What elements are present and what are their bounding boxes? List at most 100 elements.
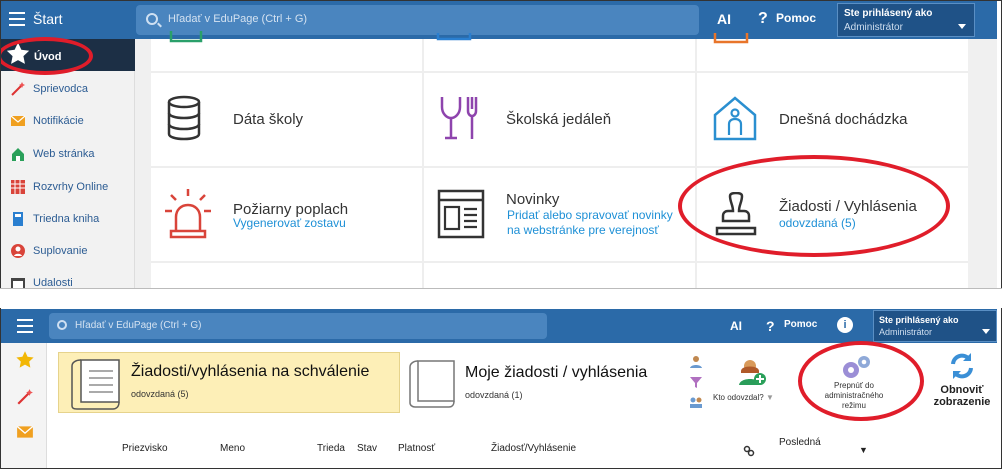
account-role: Administrátor — [844, 22, 903, 33]
column-header-ziadost[interactable]: Žiadosť/Vyhlásenie — [491, 443, 576, 454]
envelope-icon[interactable] — [15, 423, 35, 441]
home-icon — [12, 148, 24, 161]
tile-divider — [151, 71, 968, 73]
search-placeholder: Hľadať v EduPage (Ctrl + G) — [75, 320, 202, 331]
tile-subtitle-link[interactable]: Vygenerovať zostavu — [233, 216, 346, 231]
sidebar-item-label: Notifikácie — [33, 115, 84, 127]
fork-glass-icon — [440, 97, 478, 140]
account-dropdown[interactable]: Ste prihlásený ako Administrátor — [837, 3, 975, 37]
column-header-stav[interactable]: Stav — [357, 443, 377, 454]
card-subtitle: odovzdaná (5) — [131, 389, 189, 399]
search-input[interactable]: Hľadať v EduPage (Ctrl + G) — [49, 313, 547, 339]
funnel-icon[interactable] — [689, 375, 703, 389]
alarm-icon — [165, 189, 211, 239]
sidebar-item-label: Sprievodca — [33, 83, 89, 95]
menu-icon[interactable] — [9, 12, 25, 26]
search-input[interactable]: Hľadať v EduPage (Ctrl + G) — [136, 5, 699, 35]
column-header-priezvisko[interactable]: Priezvisko — [122, 443, 168, 454]
chevron-down-icon: ▼ — [765, 393, 774, 402]
sidebar-item-web-stranka[interactable]: Web stránka — [1, 138, 135, 170]
kto-label-text: Kto odovzdal? — [713, 393, 764, 402]
menu-icon[interactable] — [17, 319, 33, 333]
sidebar-item-rozvrhy[interactable]: Rozvrhy Online — [1, 171, 135, 203]
search-icon — [57, 320, 67, 330]
partial-tile-icon — [436, 33, 472, 41]
card-title: Žiadosti/vyhlásenia na schválenie — [131, 363, 370, 380]
info-icon[interactable]: i — [837, 317, 853, 333]
requests-screenshot: Hľadať v EduPage (Ctrl + G) AI ? Pomoc i… — [1, 309, 997, 468]
help-button[interactable]: Pomoc — [784, 319, 817, 330]
refresh-icon — [951, 353, 973, 379]
dashboard-screenshot: Štart Hľadať v EduPage (Ctrl + G) AI ? P… — [1, 1, 997, 288]
sidebar-item-label: Triedna kniha — [33, 213, 100, 225]
chevron-down-icon — [982, 329, 990, 334]
help-icon[interactable]: ? — [766, 318, 775, 334]
annotation-circle — [678, 155, 950, 257]
tile-title: Novinky — [506, 191, 560, 208]
annotation-circle — [798, 341, 924, 421]
column-header-posledna[interactable]: Posledná — [779, 437, 821, 448]
account-dropdown[interactable]: Ste prihlásený ako Administrátor — [873, 310, 997, 342]
sidebar-item-label: Suplovanie — [33, 245, 88, 257]
card-title: Moje žiadosti / vyhlásenia — [465, 364, 648, 381]
card-subtitle: odovzdaná (1) — [465, 390, 523, 400]
star-icon[interactable] — [15, 350, 35, 370]
person-icon — [11, 244, 25, 258]
help-button[interactable]: Pomoc — [776, 11, 816, 25]
top-navbar: Štart Hľadať v EduPage (Ctrl + G) AI ? P… — [1, 1, 997, 39]
calendar-grid-icon — [11, 180, 25, 194]
sidebar-item-label: Web stránka — [33, 148, 95, 160]
column-header-meno[interactable]: Meno — [220, 443, 245, 454]
pending-requests-card[interactable]: Žiadosti/vyhlásenia na schválenie odovzd… — [58, 352, 400, 413]
divider — [0, 288, 1002, 308]
refresh-button[interactable]: Obnoviť zobrazenie — [927, 351, 997, 413]
refresh-label: Obnoviť zobrazenie — [927, 384, 997, 408]
kto-label: Kto odovzdal? ▼ — [713, 393, 783, 402]
chevron-down-icon — [958, 24, 966, 29]
table-header: Priezvisko Meno Trieda Stav Platnosť Žia… — [47, 435, 997, 468]
ai-button[interactable]: AI — [730, 319, 742, 333]
user-add-icon — [739, 360, 766, 385]
sidebar-item-triedna-kniha[interactable]: Triedna kniha — [1, 203, 135, 235]
ai-button[interactable]: AI — [717, 11, 731, 27]
partial-tile-icon — [169, 31, 203, 43]
link-icon[interactable] — [743, 445, 755, 457]
filter-tools — [687, 353, 705, 413]
book-icon — [13, 212, 23, 226]
wand-icon[interactable] — [16, 388, 34, 406]
my-requests-card[interactable]: Moje žiadosti / vyhlásenia odovzdaná (1) — [404, 352, 679, 413]
tile-subtitle-link[interactable]: na webstránke pre verejnosť — [507, 223, 659, 238]
help-icon[interactable]: ? — [758, 10, 768, 28]
sidebar-item-suplovanie[interactable]: Suplovanie — [1, 235, 135, 267]
group-icon[interactable] — [689, 395, 703, 409]
sort-desc-icon[interactable]: ▼ — [859, 445, 868, 455]
tile-divider — [422, 39, 424, 288]
submitted-by-filter[interactable]: Kto odovzdal? ▼ — [713, 353, 783, 413]
database-icon — [167, 95, 201, 141]
tile-title: Dnešná dochádzka — [779, 111, 908, 128]
top-navbar: Hľadať v EduPage (Ctrl + G) AI ? Pomoc i… — [1, 309, 997, 343]
column-header-platnost[interactable]: Platnosť — [398, 443, 435, 454]
user-filter-icon[interactable] — [689, 355, 703, 369]
tile-title: Školská jedáleň — [506, 111, 612, 128]
envelope-icon — [10, 115, 26, 126]
scroll-icon — [409, 360, 455, 408]
sidebar-item-notifikacie[interactable]: Notifikácie — [1, 105, 135, 137]
tile-divider — [151, 261, 968, 263]
column-header-trieda[interactable]: Trieda — [317, 443, 345, 454]
annotation-circle — [1, 37, 93, 75]
partial-tile-icon — [713, 33, 749, 44]
start-title[interactable]: Štart — [33, 11, 63, 27]
document-icon — [71, 359, 120, 410]
sidebar: Úvod Sprievodca Notifikácie Web stránka … — [1, 39, 135, 288]
tile-divider — [695, 39, 697, 288]
sidebar-item-label: Udalosti — [33, 277, 73, 288]
account-role: Administrátor — [879, 327, 933, 337]
tile-subtitle-link[interactable]: Pridať alebo spravovať novinky — [507, 208, 673, 223]
sidebar-item-udalosti[interactable]: Udalosti — [1, 267, 135, 288]
search-placeholder: Hľadať v EduPage (Ctrl + G) — [168, 13, 308, 25]
sidebar-item-label: Rozvrhy Online — [33, 181, 109, 193]
wand-icon — [11, 82, 25, 96]
sidebar-item-sprievodca[interactable]: Sprievodca — [1, 73, 135, 105]
search-icon — [146, 13, 158, 25]
